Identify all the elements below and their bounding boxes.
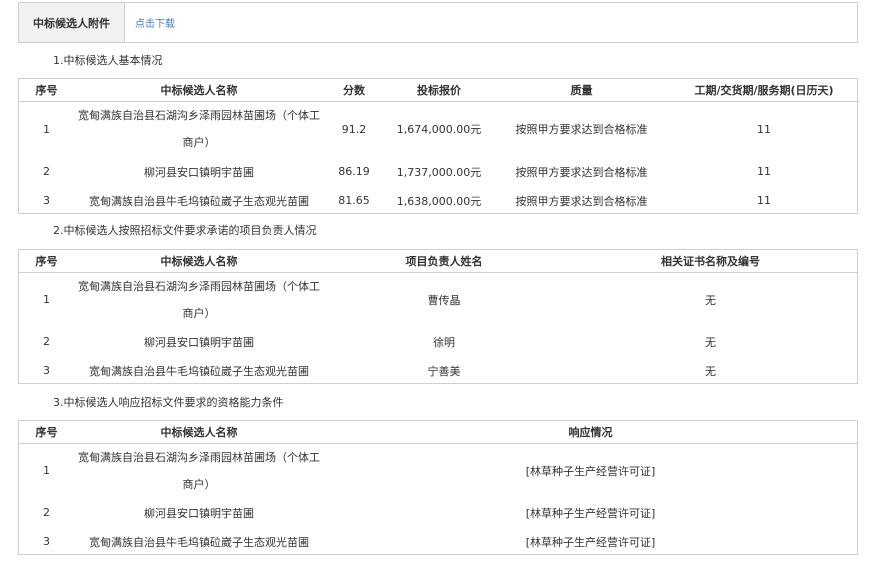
row-index: 2 bbox=[43, 165, 50, 178]
response: [林草种子生产经营许可证] bbox=[525, 535, 656, 549]
score: 91.2 bbox=[341, 122, 367, 136]
certificate: 无 bbox=[705, 293, 716, 307]
table-row: 2 柳河县安口镇明宇苗圃 [林草种子生产经营许可证] bbox=[19, 498, 857, 527]
table-row: 3 宽甸满族自治县牛毛坞镇砬崴子生态观光苗圃 81.65 1,638,000.0… bbox=[19, 186, 859, 215]
download-link[interactable]: 点击下载 bbox=[125, 3, 175, 42]
duration: 11 bbox=[757, 122, 771, 136]
candidate-name: 柳河县安口镇明宇苗圃 bbox=[144, 165, 254, 179]
certificate: 无 bbox=[705, 335, 716, 349]
col-header-name: 中标候选人名称 bbox=[160, 254, 238, 268]
score: 81.65 bbox=[338, 194, 370, 207]
candidate-name: 宽甸满族自治县牛毛坞镇砬崴子生态观光苗圃 bbox=[89, 535, 309, 549]
table-header-row: 序号 中标候选人名称 项目负责人姓名 相关证书名称及编号 bbox=[19, 250, 857, 272]
candidate-name: 宽甸满族自治县牛毛坞镇砬崴子生态观光苗圃 bbox=[89, 194, 309, 208]
row-index: 3 bbox=[43, 535, 50, 548]
section1-title: 1.中标候选人基本情况 bbox=[53, 54, 163, 67]
col-header-index: 序号 bbox=[35, 254, 58, 268]
col-header-name: 中标候选人名称 bbox=[160, 83, 238, 97]
manager-name: 曹传晶 bbox=[427, 293, 461, 307]
project-manager-table: 序号 中标候选人名称 项目负责人姓名 相关证书名称及编号 1 宽甸满族自治县石湖… bbox=[18, 249, 858, 384]
table-row: 3 宽甸满族自治县牛毛坞镇砬崴子生态观光苗圃 宁善美 无 bbox=[19, 356, 857, 385]
candidate-name: 柳河县安口镇明宇苗圃 bbox=[144, 506, 254, 520]
col-header-index: 序号 bbox=[35, 425, 58, 439]
row-index: 2 bbox=[43, 335, 50, 348]
score: 86.19 bbox=[338, 165, 370, 178]
table-row: 1 宽甸满族自治县石湖沟乡泽雨园林苗圃场（个体工商户） 91.2 1,674,0… bbox=[19, 101, 859, 157]
row-index: 1 bbox=[43, 122, 50, 136]
col-header-response: 响应情况 bbox=[568, 425, 613, 439]
row-index: 1 bbox=[43, 293, 50, 307]
table-header-row: 序号 中标候选人名称 分数 投标报价 质量 工期/交货期/服务期(日历天) bbox=[19, 79, 859, 101]
quality: 按照甲方要求达到合格标准 bbox=[515, 165, 648, 179]
col-header-quality: 质量 bbox=[570, 83, 593, 97]
response: [林草种子生产经营许可证] bbox=[525, 464, 656, 478]
certificate: 无 bbox=[705, 364, 716, 378]
col-header-score: 分数 bbox=[343, 83, 365, 97]
qualification-table: 序号 中标候选人名称 响应情况 1 宽甸满族自治县石湖沟乡泽雨园林苗圃场（个体工… bbox=[18, 420, 858, 555]
basic-info-table: 序号 中标候选人名称 分数 投标报价 质量 工期/交货期/服务期(日历天) 1 … bbox=[18, 78, 859, 215]
quality: 按照甲方要求达到合格标准 bbox=[515, 123, 648, 137]
candidate-name: 柳河县安口镇明宇苗圃 bbox=[144, 335, 254, 349]
candidate-name: 宽甸满族自治县牛毛坞镇砬崴子生态观光苗圃 bbox=[89, 364, 309, 378]
duration: 11 bbox=[757, 194, 771, 207]
candidate-name: 宽甸满族自治县石湖沟乡泽雨园林苗圃场（个体工商户） bbox=[78, 279, 320, 320]
bid-price: 1,638,000.00元 bbox=[396, 194, 482, 208]
col-header-duration: 工期/交货期/服务期(日历天) bbox=[694, 83, 834, 97]
attachment-label: 中标候选人附件 bbox=[19, 3, 125, 42]
table-row: 2 柳河县安口镇明宇苗圃 86.19 1,737,000.00元 按照甲方要求达… bbox=[19, 157, 859, 186]
row-index: 2 bbox=[43, 506, 50, 519]
quality: 按照甲方要求达到合格标准 bbox=[515, 194, 648, 208]
table-row: 1 宽甸满族自治县石湖沟乡泽雨园林苗圃场（个体工商户） [林草种子生产经营许可证… bbox=[19, 443, 857, 498]
attachment-box: 中标候选人附件 点击下载 bbox=[18, 2, 858, 43]
col-header-name: 中标候选人名称 bbox=[160, 425, 238, 439]
row-index: 3 bbox=[43, 194, 50, 207]
table-row: 3 宽甸满族自治县牛毛坞镇砬崴子生态观光苗圃 [林草种子生产经营许可证] bbox=[19, 527, 857, 556]
col-header-index: 序号 bbox=[35, 83, 58, 97]
table-row: 2 柳河县安口镇明宇苗圃 徐明 无 bbox=[19, 327, 857, 356]
candidate-name: 宽甸满族自治县石湖沟乡泽雨园林苗圃场（个体工商户） bbox=[78, 109, 320, 150]
row-index: 3 bbox=[43, 364, 50, 377]
candidate-name: 宽甸满族自治县石湖沟乡泽雨园林苗圃场（个体工商户） bbox=[78, 450, 320, 491]
table-header-row: 序号 中标候选人名称 响应情况 bbox=[19, 421, 857, 443]
section3-title: 3.中标候选人响应招标文件要求的资格能力条件 bbox=[53, 396, 284, 409]
col-header-manager: 项目负责人姓名 bbox=[405, 254, 483, 268]
manager-name: 宁善美 bbox=[427, 364, 461, 378]
bid-price: 1,737,000.00元 bbox=[396, 165, 482, 179]
bid-price: 1,674,000.00元 bbox=[396, 123, 482, 137]
manager-name: 徐明 bbox=[433, 335, 455, 349]
section2-title: 2.中标候选人按照招标文件要求承诺的项目负责人情况 bbox=[53, 224, 317, 237]
col-header-certificate: 相关证书名称及编号 bbox=[661, 254, 760, 268]
duration: 11 bbox=[757, 165, 771, 178]
row-index: 1 bbox=[43, 464, 50, 478]
table-row: 1 宽甸满族自治县石湖沟乡泽雨园林苗圃场（个体工商户） 曹传晶 无 bbox=[19, 272, 857, 327]
response: [林草种子生产经营许可证] bbox=[525, 506, 656, 520]
col-header-bid-price: 投标报价 bbox=[417, 83, 461, 97]
